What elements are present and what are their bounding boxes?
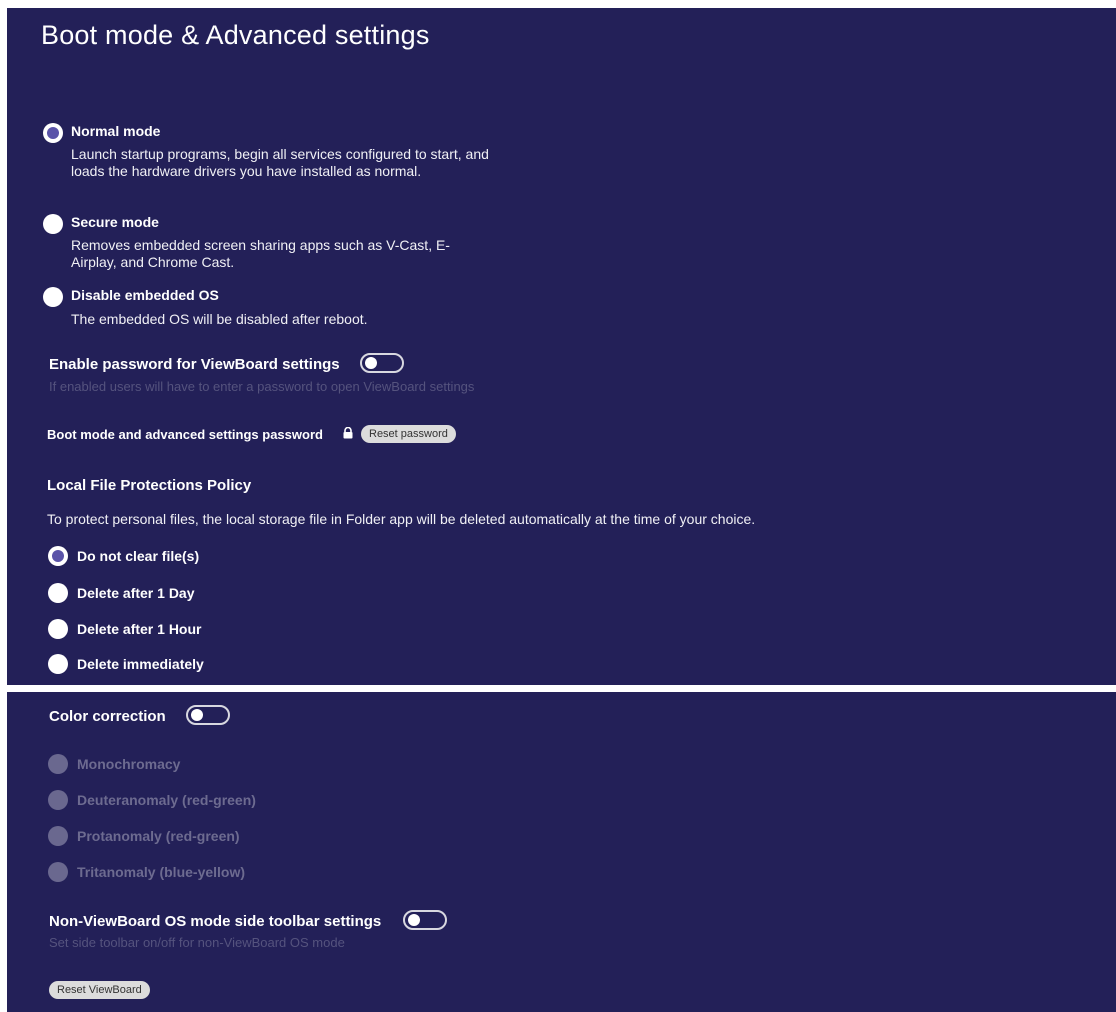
reset-viewboard-button[interactable]: Reset ViewBoard bbox=[49, 981, 150, 999]
secure-mode-label: Secure mode bbox=[71, 214, 159, 230]
protanomaly-label: Protanomaly (red-green) bbox=[77, 828, 240, 844]
radio-normal-mode[interactable] bbox=[43, 123, 63, 143]
color-correction-label: Color correction bbox=[49, 708, 166, 725]
file-policy-heading: Local File Protections Policy bbox=[47, 477, 252, 494]
file-policy-description: To protect personal files, the local sto… bbox=[47, 511, 756, 527]
side-toolbar-toggle[interactable] bbox=[403, 910, 447, 930]
deuteranomaly-label: Deuteranomaly (red-green) bbox=[77, 792, 256, 808]
disable-embedded-os-description: The embedded OS will be disabled after r… bbox=[71, 311, 368, 327]
radio-protanomaly[interactable] bbox=[48, 826, 68, 846]
do-not-clear-label: Do not clear file(s) bbox=[77, 548, 200, 564]
password-setting-label: Enable password for ViewBoard settings bbox=[49, 356, 340, 373]
radio-delete-immediately[interactable] bbox=[48, 654, 68, 674]
normal-mode-label: Normal mode bbox=[71, 123, 161, 139]
radio-disable-embedded-os[interactable] bbox=[43, 287, 63, 307]
page-title: Boot mode & Advanced settings bbox=[41, 20, 430, 50]
toggle-knob bbox=[191, 709, 203, 721]
delete-immediately-label: Delete immediately bbox=[77, 656, 204, 672]
normal-mode-description: Launch startup programs, begin all servi… bbox=[71, 146, 489, 179]
side-toolbar-hint: Set side toolbar on/off for non-ViewBoar… bbox=[49, 935, 345, 950]
delete-1-hour-label: Delete after 1 Hour bbox=[77, 621, 202, 637]
tritanomaly-label: Tritanomaly (blue-yellow) bbox=[77, 864, 246, 880]
radio-monochromacy[interactable] bbox=[48, 754, 68, 774]
color-correction-toggle[interactable] bbox=[186, 705, 230, 725]
password-setting-toggle[interactable] bbox=[360, 353, 404, 373]
password-setting-hint: If enabled users will have to enter a pa… bbox=[49, 379, 475, 394]
radio-delete-1-hour[interactable] bbox=[48, 619, 68, 639]
monochromacy-label: Monochromacy bbox=[77, 756, 181, 772]
toggle-knob bbox=[365, 357, 377, 369]
boot-password-label: Boot mode and advanced settings password bbox=[47, 427, 323, 442]
settings-panel-bottom: Color correction Monochromacy Deuteranom… bbox=[7, 692, 1116, 1012]
reset-password-button[interactable]: Reset password bbox=[361, 425, 456, 443]
radio-do-not-clear[interactable] bbox=[48, 546, 68, 566]
delete-1-day-label: Delete after 1 Day bbox=[77, 585, 195, 601]
disable-embedded-os-label: Disable embedded OS bbox=[71, 287, 219, 303]
settings-panel-top: Boot mode & Advanced settings Normal mod… bbox=[7, 8, 1116, 685]
toggle-knob bbox=[408, 914, 420, 926]
radio-tritanomaly[interactable] bbox=[48, 862, 68, 882]
radio-deuteranomaly[interactable] bbox=[48, 790, 68, 810]
lock-icon bbox=[343, 427, 353, 439]
radio-delete-1-day[interactable] bbox=[48, 583, 68, 603]
secure-mode-description: Removes embedded screen sharing apps suc… bbox=[71, 237, 450, 270]
radio-secure-mode[interactable] bbox=[43, 214, 63, 234]
side-toolbar-label: Non-ViewBoard OS mode side toolbar setti… bbox=[49, 913, 382, 930]
